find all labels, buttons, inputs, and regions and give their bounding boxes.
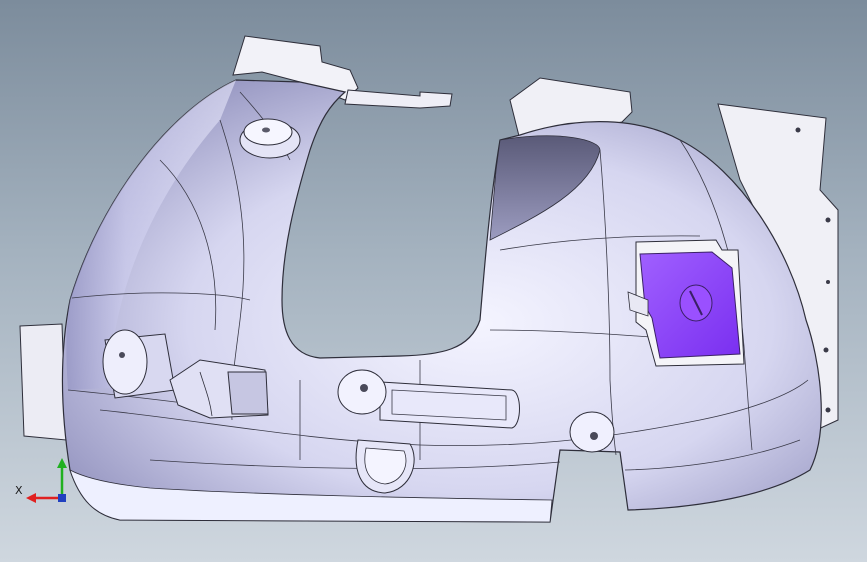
top-strip[interactable] xyxy=(344,89,453,109)
left-cylinder-boss[interactable] xyxy=(102,329,176,399)
left-flange[interactable] xyxy=(19,323,67,441)
model-canvas[interactable] xyxy=(0,0,867,562)
center-boss[interactable] xyxy=(337,369,387,415)
x-axis-label: X xyxy=(15,484,23,497)
right-boss[interactable] xyxy=(569,411,615,453)
cad-viewport[interactable]: X xyxy=(0,0,867,562)
coordinate-triad xyxy=(26,458,67,503)
center-rib[interactable] xyxy=(379,381,520,429)
